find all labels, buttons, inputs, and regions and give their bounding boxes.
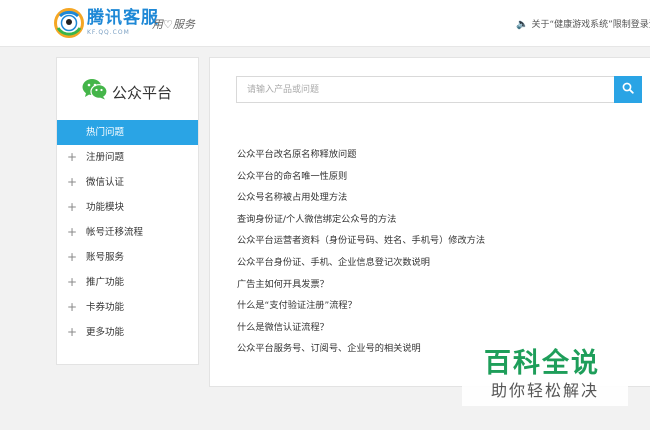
plus-icon: + <box>67 300 78 314</box>
question-link[interactable]: 公众平台运营者资料（身份证号码、姓名、手机号）修改方法 <box>237 230 485 252</box>
sidebar-item-verification[interactable]: + 微信认证 <box>57 170 198 195</box>
sidebar: 公众平台 热门问题 + 注册问题 + 微信认证 + 功能模块 + 帐号迁移流程 … <box>56 57 199 365</box>
search-button[interactable] <box>614 76 642 103</box>
speaker-icon: 🔈 <box>516 19 529 30</box>
plus-icon: + <box>67 200 78 214</box>
wechat-icon <box>82 79 108 100</box>
sidebar-item-label: 注册问题 <box>86 152 125 163</box>
qq-logo-icon[interactable] <box>54 8 84 38</box>
question-link[interactable]: 公众平台服务号、订阅号、企业号的相关说明 <box>237 338 485 360</box>
watermark: 百科全说 助你轻松解决 <box>462 338 628 406</box>
question-list: 公众平台改名原名称释放问题 公众平台的命名唯一性原则 公众号名称被占用处理方法 … <box>237 144 485 360</box>
sidebar-item-label: 热门问题 <box>86 127 125 138</box>
sidebar-item-account[interactable]: + 账号服务 <box>57 245 198 270</box>
plus-icon: + <box>67 275 78 289</box>
sidebar-title: 公众平台 <box>112 84 173 102</box>
sidebar-item-label: 微信认证 <box>86 177 125 188</box>
watermark-title: 百科全说 <box>484 348 600 379</box>
search-bar <box>236 76 642 103</box>
sidebar-item-more[interactable]: + 更多功能 <box>57 320 198 345</box>
sidebar-item-label: 推广功能 <box>86 277 125 288</box>
question-link[interactable]: 公众平台身份证、手机、企业信息登记次数说明 <box>237 252 485 274</box>
sidebar-item-modules[interactable]: + 功能模块 <box>57 195 198 220</box>
notice-link[interactable]: 🔈 关于“健康游戏系统”限制登录资 <box>516 17 650 30</box>
sidebar-item-label: 功能模块 <box>86 202 125 213</box>
sidebar-item-promotion[interactable]: + 推广功能 <box>57 270 198 295</box>
sidebar-header: 公众平台 <box>57 58 198 120</box>
question-link[interactable]: 查询身份证/个人微信绑定公众号的方法 <box>237 209 485 231</box>
plus-icon: + <box>67 225 78 239</box>
watermark-subtitle: 助你轻松解决 <box>491 381 600 400</box>
sidebar-item-label: 账号服务 <box>86 252 125 263</box>
sidebar-item-migration[interactable]: + 帐号迁移流程 <box>57 220 198 245</box>
question-link[interactable]: 广告主如何开具发票？ <box>237 274 485 296</box>
search-input[interactable] <box>236 76 614 103</box>
plus-icon: + <box>67 325 78 339</box>
search-icon <box>622 82 634 94</box>
question-link[interactable]: 公众平台的命名唯一性原则 <box>237 166 485 188</box>
plus-icon: + <box>67 250 78 264</box>
sidebar-nav: 热门问题 + 注册问题 + 微信认证 + 功能模块 + 帐号迁移流程 + 账号服… <box>57 120 198 345</box>
sidebar-item-hot[interactable]: 热门问题 <box>57 120 198 145</box>
top-bar: 腾讯客服 KF.QQ.COM 用♡服务 🔈 关于“健康游戏系统”限制登录资 <box>0 0 650 47</box>
sidebar-item-label: 卡券功能 <box>86 302 125 313</box>
question-link[interactable]: 公众平台改名原名称释放问题 <box>237 144 485 166</box>
plus-icon: + <box>67 175 78 189</box>
question-link[interactable]: 什么是微信认证流程？ <box>237 317 485 339</box>
notice-text[interactable]: 关于“健康游戏系统”限制登录资 <box>531 20 650 30</box>
slogan: 用♡服务 <box>152 18 195 31</box>
sidebar-item-register[interactable]: + 注册问题 <box>57 145 198 170</box>
sidebar-item-label: 帐号迁移流程 <box>86 227 144 238</box>
question-link[interactable]: 什么是“支付验证注册”流程？ <box>237 295 485 317</box>
plus-icon: + <box>67 150 78 164</box>
sidebar-item-coupons[interactable]: + 卡券功能 <box>57 295 198 320</box>
brand-subtitle: KF.QQ.COM <box>87 29 130 36</box>
brand-title: 腾讯客服 <box>87 8 159 28</box>
question-link[interactable]: 公众号名称被占用处理方法 <box>237 187 485 209</box>
brand[interactable]: 腾讯客服 KF.QQ.COM <box>87 8 159 36</box>
sidebar-item-label: 更多功能 <box>86 327 125 338</box>
